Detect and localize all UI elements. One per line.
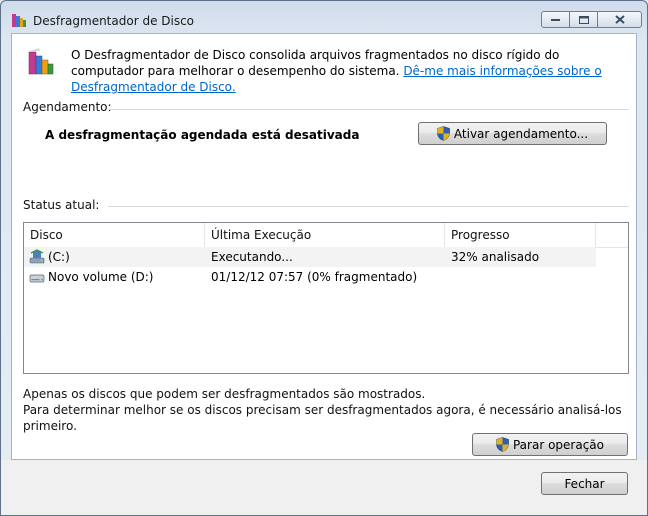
schedule-status: A desfragmentação agendada está desativa… (45, 128, 360, 142)
main-panel: O Desfragmentador de Disco consolida arq… (11, 33, 637, 460)
minimize-button[interactable] (541, 11, 570, 28)
close-window-button[interactable] (597, 11, 642, 28)
disk-last-run: Executando... (211, 250, 293, 264)
disk-row-c[interactable]: (C:) Executando... 32% analisado (24, 247, 596, 267)
maximize-button[interactable] (569, 11, 598, 28)
disk-list-header: Disco Última Execução Progresso (24, 223, 628, 248)
disk-list[interactable]: Disco Última Execução Progresso (C:) Exe… (23, 222, 629, 374)
status-divider (108, 206, 629, 207)
note-line-2: Para determinar melhor se os discos prec… (23, 403, 622, 433)
close-button[interactable]: Fechar (541, 472, 628, 495)
minimize-icon (551, 18, 560, 21)
running-drive-icon (29, 249, 45, 264)
info-note: Apenas os discos que podem ser desfragme… (23, 386, 636, 434)
schedule-group-label: Agendamento: (23, 100, 112, 114)
disk-progress: 32% analisado (451, 250, 540, 264)
schedule-divider (109, 109, 629, 110)
uac-shield-icon (496, 437, 509, 452)
stop-operation-button[interactable]: Parar operação (472, 433, 628, 456)
window-title: Desfragmentador de Disco (33, 14, 195, 28)
note-line-1: Apenas os discos que podem ser desfragme… (23, 387, 426, 401)
disk-last-run: 01/12/12 07:57 (0% fragmentado) (211, 270, 418, 284)
enable-schedule-button[interactable]: Ativar agendamento... (418, 122, 607, 145)
disk-row-d[interactable]: Novo volume (D:) 01/12/12 07:57 (0% frag… (24, 267, 596, 287)
disk-name: (C:) (48, 250, 70, 264)
column-last-run[interactable]: Última Execução (205, 223, 445, 247)
disk-name: Novo volume (D:) (48, 270, 154, 284)
maximize-icon (578, 15, 589, 24)
defrag-window: Desfragmentador de Disco O Desfragmentad… (0, 0, 648, 516)
footer-bar: Fechar (1, 460, 647, 515)
defrag-app-icon (12, 14, 26, 27)
close-icon (614, 15, 625, 24)
column-disk[interactable]: Disco (24, 223, 205, 247)
uac-shield-icon (437, 126, 450, 141)
column-progress[interactable]: Progresso (445, 223, 596, 247)
description: O Desfragmentador de Disco consolida arq… (71, 47, 611, 95)
current-status-label: Status atual: (23, 198, 100, 212)
stop-operation-label: Parar operação (512, 437, 604, 452)
defrag-icon (28, 48, 54, 75)
hard-drive-icon (29, 274, 45, 283)
enable-schedule-label: Ativar agendamento... (453, 126, 589, 141)
title-bar[interactable]: Desfragmentador de Disco (1, 1, 647, 31)
